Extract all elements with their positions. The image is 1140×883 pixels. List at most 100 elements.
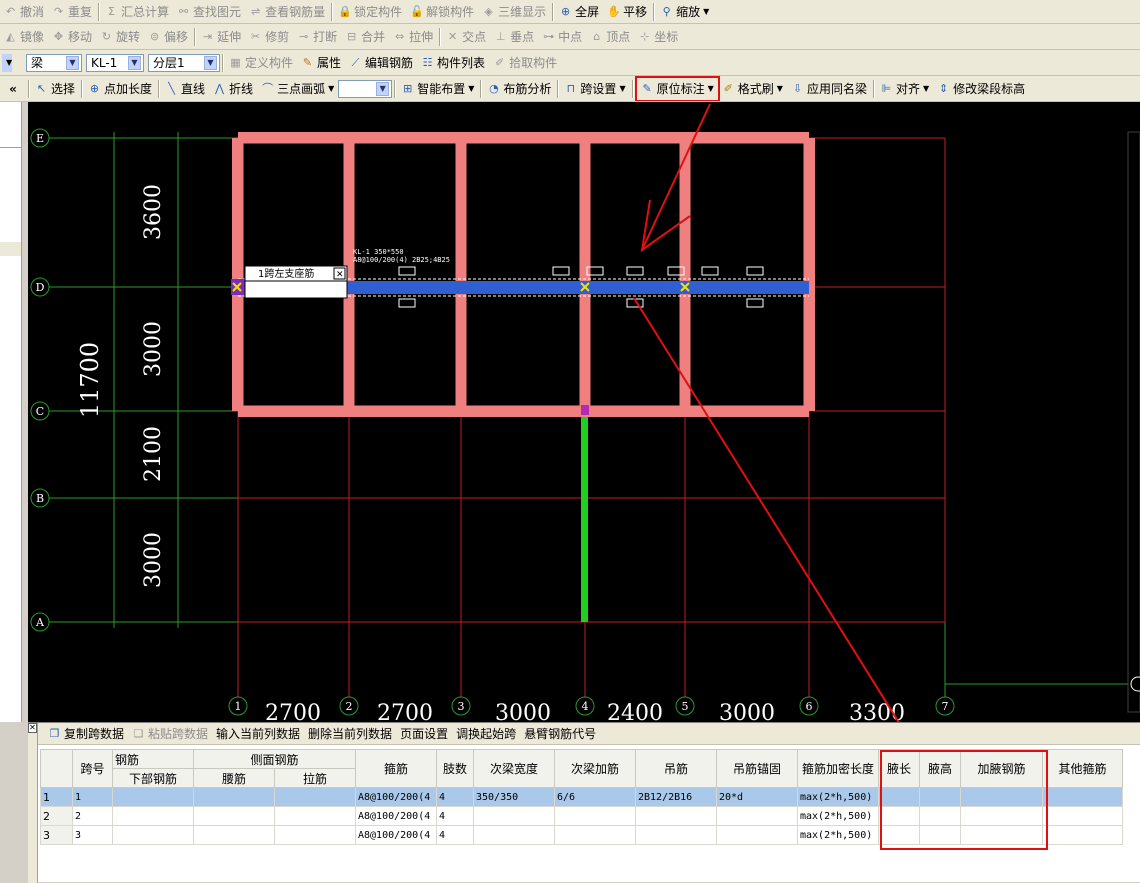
cell-dense[interactable]: max(2*h,500) — [797, 825, 879, 845]
cell-anchor[interactable]: 20*d — [716, 787, 798, 807]
edit-tool-button[interactable]: ◭ 镜像 — [0, 26, 48, 48]
cell-span[interactable]: 1 — [72, 787, 113, 807]
paste-span-button[interactable]: ❏ 粘贴跨数据 — [128, 723, 212, 745]
edit-tool-button[interactable]: ⊹ 坐标 — [634, 26, 682, 48]
cell-legs[interactable]: 4 — [436, 806, 474, 826]
3d-button[interactable]: ◈ 三维显示 — [478, 1, 550, 23]
binoculars-button[interactable]: ⚯ 查找图元 — [173, 1, 245, 23]
cell-empty[interactable] — [112, 825, 194, 845]
floor-select[interactable]: 分层1 ▼ — [148, 53, 220, 72]
cell-sec_width[interactable] — [473, 825, 555, 845]
modify-height-button[interactable]: ⇕ 修改梁段标高 — [933, 78, 1029, 100]
select-button[interactable]: ↖ 选择 — [31, 78, 79, 100]
align-button[interactable]: ⊫ 对齐 ▼ — [876, 78, 933, 100]
polyline-button[interactable]: ⋀ 折线 — [209, 78, 257, 100]
cell-empty[interactable] — [193, 787, 275, 807]
unlock-button[interactable]: 🔓 解锁构件 — [406, 1, 478, 23]
swap-span-button[interactable]: 调换起始跨 — [452, 723, 520, 745]
green-column[interactable] — [581, 417, 588, 622]
apply-same-name-button[interactable]: ⇩ 应用同名梁 — [787, 78, 871, 100]
panel-close-icon[interactable]: ✕ — [28, 723, 37, 733]
input-column-button[interactable]: 输入当前列数据 — [212, 723, 304, 745]
edit-tool-button[interactable]: ⊸ 打断 — [293, 26, 341, 48]
edit-tool-button[interactable]: ✂ 修剪 — [245, 26, 293, 48]
copy-span-button[interactable]: ❐ 复制跨数据 — [28, 723, 128, 745]
cell-empty[interactable] — [112, 806, 194, 826]
cell-sec_width[interactable] — [473, 806, 555, 826]
define-component-button[interactable]: ▦ 定义构件 — [225, 52, 297, 74]
component-list-button[interactable]: ☷ 构件列表 — [417, 52, 489, 74]
pan-hand-button[interactable]: ✋ 平移 — [603, 1, 651, 23]
layout-analysis-button[interactable]: ◔ 布筋分析 — [483, 78, 555, 100]
cell-dense[interactable]: max(2*h,500) — [797, 806, 879, 826]
edit-rebar-button[interactable]: ⟋ 编辑钢筋 — [345, 52, 417, 74]
in-place-annotation-button[interactable]: ✎ 原位标注 ▼ — [634, 76, 720, 101]
cell-anchor[interactable] — [716, 825, 798, 845]
cell-empty[interactable] — [193, 825, 275, 845]
page-setup-button[interactable]: 页面设置 — [396, 723, 452, 745]
edit-tool-button[interactable]: ⇥ 延伸 — [197, 26, 245, 48]
fullscreen-button[interactable]: ⊕ 全屏 — [555, 1, 603, 23]
cell-empty[interactable] — [274, 787, 356, 807]
cell-sec_add[interactable] — [554, 825, 636, 845]
name-select[interactable]: KL-1 ▼ — [86, 53, 144, 72]
line-button[interactable]: ╲ 直线 — [161, 78, 209, 100]
edit-tool-button[interactable]: ⇔ 拉伸 — [389, 26, 437, 48]
point-length-button[interactable]: ⊕ 点加长度 — [84, 78, 156, 100]
cell-empty[interactable] — [112, 787, 194, 807]
arc-option-select[interactable]: ▼ — [338, 79, 393, 98]
undo-button[interactable]: ↶ 撤消 — [0, 1, 48, 23]
pick-component-button[interactable]: ✐ 拾取构件 — [489, 52, 561, 74]
cell-legs[interactable]: 4 — [436, 825, 474, 845]
cell-span[interactable]: 2 — [72, 806, 113, 826]
cell-empty[interactable] — [193, 806, 275, 826]
rebar-input-popup[interactable]: 1跨左支座筋 ✕ — [244, 265, 348, 299]
zoom-button[interactable]: ⚲ 缩放 ▼ — [656, 1, 713, 23]
view-rebar-button[interactable]: ⇌ 查看钢筋量 — [245, 1, 329, 23]
type-select[interactable]: 梁 ▼ — [26, 53, 82, 72]
cell-hanger[interactable]: 2B12/2B16 — [635, 787, 717, 807]
format-brush-button[interactable]: ✐ 格式刷 ▼ — [718, 78, 787, 100]
span-setting-button[interactable]: ⊓ 跨设置 ▼ — [560, 78, 629, 100]
edit-tool-button[interactable]: ⊥ 垂点 — [490, 26, 538, 48]
edit-tool-button[interactable]: ↻ 旋转 — [96, 26, 144, 48]
sum-button[interactable]: Σ 汇总计算 — [101, 1, 173, 23]
edit-tool-button[interactable]: ✕ 交点 — [442, 26, 490, 48]
cell-legs[interactable]: 4 — [436, 787, 474, 807]
cell-sec_add[interactable]: 6/6 — [554, 787, 636, 807]
edit-tool-button[interactable]: ⊟ 合并 — [341, 26, 389, 48]
edit-tool-icon: ✂ — [250, 30, 261, 43]
collapse-panel-button[interactable]: « — [0, 78, 26, 100]
cantilever-code-button[interactable]: 悬臂钢筋代号 — [520, 723, 600, 745]
cell-stirrup[interactable]: A8@100/200(4 — [355, 806, 437, 826]
cell-stirrup[interactable]: A8@100/200(4 — [355, 825, 437, 845]
lock-button[interactable]: 🔒 锁定构件 — [334, 1, 406, 23]
redo-button[interactable]: ↷ 重复 — [48, 1, 96, 23]
cell-sec_width[interactable]: 350/350 — [473, 787, 555, 807]
cell-dense[interactable]: max(2*h,500) — [797, 787, 879, 807]
column-grip[interactable] — [581, 405, 589, 415]
smart-layout-button[interactable]: ⊞ 智能布置 ▼ — [397, 78, 478, 100]
attributes-button[interactable]: ✎ 属性 — [297, 52, 345, 74]
cell-anchor[interactable] — [716, 806, 798, 826]
edit-tool-button[interactable]: ⌂ 顶点 — [586, 26, 634, 48]
cell-hanger[interactable] — [635, 825, 717, 845]
cell-hanger[interactable] — [635, 806, 717, 826]
cell-empty[interactable] — [1042, 806, 1123, 826]
strip-item[interactable] — [0, 242, 21, 256]
edit-tool-button[interactable]: ✥ 移动 — [48, 26, 96, 48]
edit-tool-button[interactable]: ⊜ 偏移 — [144, 26, 192, 48]
arc-button[interactable]: ⌒ 三点画弧 ▼ — [257, 78, 338, 100]
cell-stirrup[interactable]: A8@100/200(4 — [355, 787, 437, 807]
cad-drawing[interactable]: KL-1 350*550 A8@100/200(4) 2B25;4B25 1跨左… — [28, 102, 1140, 759]
edit-tool-button[interactable]: ⊶ 中点 — [538, 26, 586, 48]
cell-empty[interactable] — [1042, 787, 1123, 807]
cell-empty[interactable] — [274, 825, 356, 845]
cell-empty[interactable] — [274, 806, 356, 826]
delete-column-button[interactable]: 删除当前列数据 — [304, 723, 396, 745]
cell-sec_add[interactable] — [554, 806, 636, 826]
left-dropdown-arrow[interactable]: ▼ — [2, 53, 12, 72]
cad-canvas[interactable]: KL-1 350*550 A8@100/200(4) 2B25;4B25 1跨左… — [28, 102, 1140, 759]
cell-span[interactable]: 3 — [72, 825, 113, 845]
cell-empty[interactable] — [1042, 825, 1123, 845]
